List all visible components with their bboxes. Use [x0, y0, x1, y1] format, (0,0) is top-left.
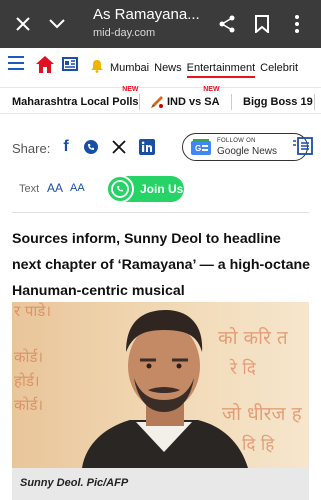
- nav-link-entertainment[interactable]: Entertainment: [186, 62, 256, 78]
- browser-toolbar: As Ramayana... mid-day.com: [0, 0, 321, 48]
- article-photo: र पाडे। कोर्ड। होर्ड। कोर्ड। को करि त रे…: [12, 302, 309, 468]
- trending-item-ind-vs-sa[interactable]: IND vs SA NEW: [150, 86, 220, 114]
- linkedin-icon[interactable]: [138, 138, 156, 156]
- bookmark-icon[interactable]: [250, 12, 274, 36]
- close-icon[interactable]: [11, 12, 35, 36]
- svg-text:को करि त: को करि त: [218, 326, 289, 349]
- trending-label: IND vs SA: [167, 96, 220, 108]
- whatsapp-icon: [106, 175, 134, 203]
- google-news-icon: G: [191, 139, 211, 155]
- svg-text:रे दि: रे दि: [229, 358, 257, 379]
- text-size-label: Text: [19, 183, 40, 195]
- facebook-icon[interactable]: f: [57, 138, 75, 156]
- svg-text:G: G: [195, 144, 201, 153]
- cricket-bat-icon: [151, 96, 163, 108]
- divider: [139, 94, 140, 110]
- new-badge: NEW: [203, 86, 220, 93]
- trending-label: Maharashtra Local Polls: [12, 96, 139, 108]
- svg-text:र पाडे।: र पाडे।: [14, 302, 51, 320]
- trending-label: Bigg Boss 19: [243, 96, 313, 108]
- newspaper-icon[interactable]: [62, 56, 78, 72]
- svg-text:कोर्ड।: कोर्ड।: [14, 348, 43, 366]
- svg-text:कोर्ड।: कोर्ड।: [14, 396, 43, 414]
- divider: [314, 94, 315, 110]
- page-title: As Ramayana...: [93, 6, 200, 23]
- sunny-deol-photo: र पाडे। कोर्ड। होर्ड। कोर्ड। को करि त रे…: [12, 302, 309, 468]
- whatsapp-icon[interactable]: [82, 138, 100, 156]
- trending-item-maharashtra[interactable]: Maharashtra Local Polls NEW: [12, 86, 139, 114]
- google-follow-label: FOLLOW ON: [217, 138, 256, 144]
- nav-link-mumbai[interactable]: Mumbai: [110, 62, 149, 78]
- font-controls: Text AA AA Join Us: [0, 172, 321, 210]
- join-us-label: Join Us: [140, 182, 184, 196]
- share-row: Share: f G FOLLOW ON Google News: [0, 128, 321, 168]
- font-increase-button[interactable]: AA: [47, 181, 63, 195]
- divider: [12, 212, 309, 213]
- new-badge: NEW: [122, 86, 139, 93]
- svg-text:दि हि: दि हि: [242, 434, 275, 455]
- page-url: mid-day.com: [93, 27, 156, 39]
- google-news-label: Google News: [217, 146, 278, 157]
- reading-list-icon[interactable]: [292, 135, 314, 157]
- bell-icon[interactable]: [90, 59, 104, 73]
- site-nav: Mumbai News Entertainment Celebrit: [0, 48, 321, 88]
- trending-bar: Maharashtra Local Polls NEW IND vs SA NE…: [0, 86, 321, 114]
- nav-link-news[interactable]: News: [154, 62, 182, 78]
- trending-item-bigg-boss[interactable]: Bigg Boss 19: [243, 88, 313, 114]
- share-icon[interactable]: [215, 12, 239, 36]
- nav-link-celebrities[interactable]: Celebrit: [260, 62, 298, 78]
- chevron-down-icon[interactable]: [45, 12, 69, 36]
- home-icon[interactable]: [35, 55, 55, 75]
- font-decrease-button[interactable]: AA: [70, 182, 85, 194]
- caption-text: Sunny Deol. Pic/AFP: [20, 477, 129, 489]
- svg-text:होर्ड।: होर्ड।: [14, 372, 40, 390]
- article-headline: Sources inform, Sunny Deol to headline n…: [12, 231, 311, 299]
- x-twitter-icon[interactable]: [110, 138, 128, 156]
- more-icon[interactable]: [285, 12, 309, 36]
- divider: [231, 94, 232, 110]
- hamburger-menu-icon[interactable]: [8, 56, 24, 70]
- google-news-follow-button[interactable]: G FOLLOW ON Google News: [182, 133, 308, 161]
- photo-caption: Sunny Deol. Pic/AFP: [12, 468, 309, 500]
- share-label: Share:: [12, 141, 51, 156]
- svg-text:जो धीरज ह: जो धीरज ह: [222, 402, 303, 425]
- whatsapp-join-button[interactable]: Join Us: [106, 175, 184, 203]
